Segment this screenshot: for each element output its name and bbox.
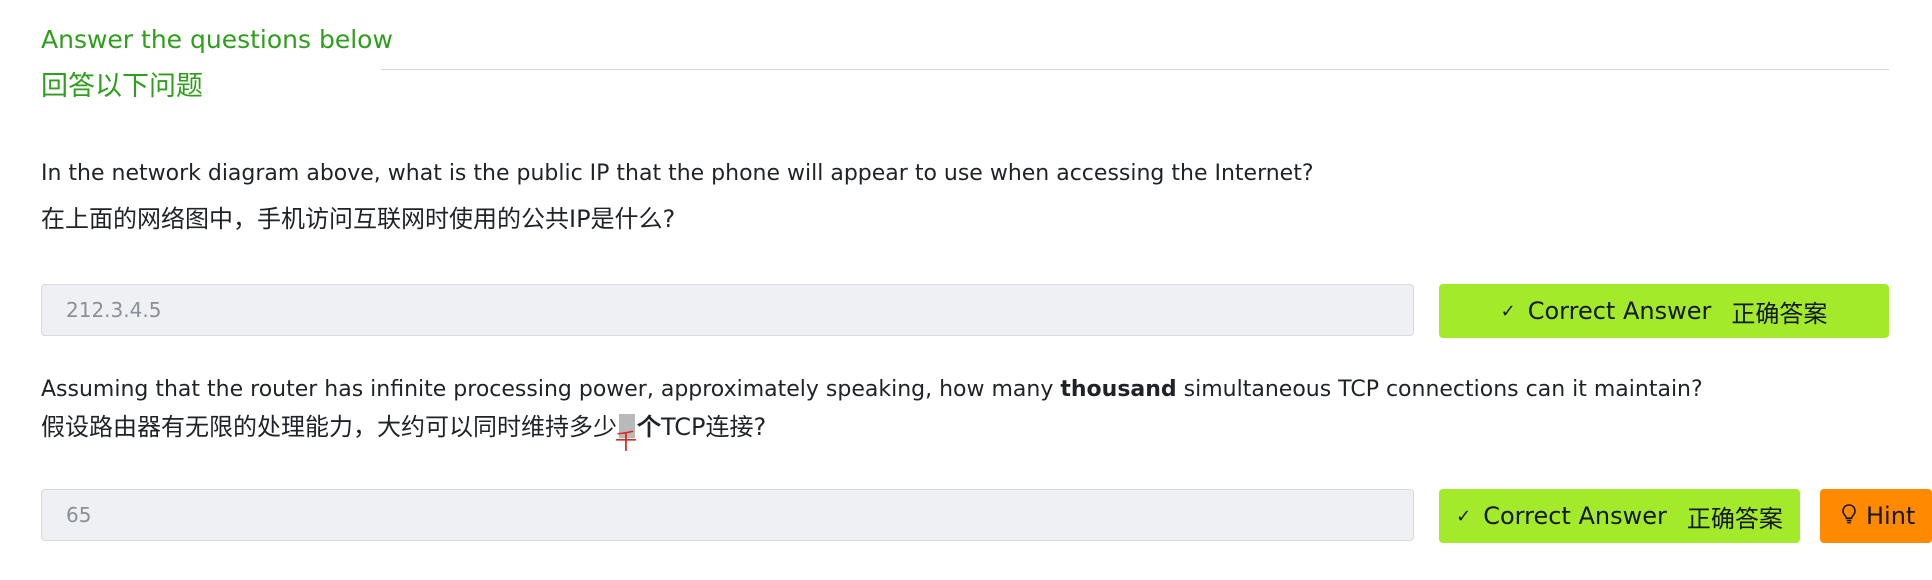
task-questions-panel: Answer the questions below 回答以下问题 In the… [0,0,1932,580]
header-title-zh: 回答以下问题 [41,71,203,102]
correct-answer-label-zh: 正确答案 [1686,504,1783,533]
question-2: Assuming that the router has infinite pr… [41,374,1889,454]
question-2-answer-value: 65 [66,503,92,527]
check-icon: ✓ [1500,300,1516,322]
question-2-answer-row: 65 ✓ Correct Answer 正确答案 Hint [41,489,1932,543]
annotation-text: 千 [615,430,638,455]
question-1-text-zh: 在上面的网络图中，手机访问互联网时使用的公共IP是什么? [41,205,676,233]
header-title-en: Answer the questions below [41,25,393,54]
correct-answer-label-zh: 正确答案 [1731,299,1828,328]
translation-annotation: 千 [615,410,637,454]
question-2-text-zh-part1: 假设路由器有无限的处理能力，大约可以同时维持多少 [41,413,617,441]
question-1-answer-input[interactable]: 212.3.4.5 [41,284,1414,336]
question-2-correct-answer-button[interactable]: ✓ Correct Answer 正确答案 [1439,489,1800,543]
question-2-text-en-part1: Assuming that the router has infinite pr… [41,377,1061,402]
question-1-correct-answer-button[interactable]: ✓ Correct Answer 正确答案 [1439,284,1889,338]
correct-answer-label-en: Correct Answer [1483,502,1667,530]
question-1-text-en: In the network diagram above, what is th… [41,161,1314,186]
hint-label: Hint [1866,502,1916,530]
question-2-hint-button[interactable]: Hint [1820,489,1932,543]
question-2-text-en: Assuming that the router has infinite pr… [41,374,1889,406]
header-divider [381,69,1889,70]
question-2-text-zh-bold: 个 [637,413,661,441]
question-1: In the network diagram above, what is th… [41,158,1889,236]
lightbulb-icon [1842,503,1856,529]
question-2-answer-input[interactable]: 65 [41,489,1414,541]
question-2-text-zh: 假设路由器有无限的处理能力，大约可以同时维持多少千个TCP连接? [41,410,1889,454]
question-1-answer-row: 212.3.4.5 ✓ Correct Answer 正确答案 [41,284,1932,338]
question-2-text-en-bold: thousand [1060,377,1177,402]
check-icon: ✓ [1456,505,1472,527]
question-1-answer-value: 212.3.4.5 [66,298,162,322]
correct-answer-label-en: Correct Answer [1527,297,1712,325]
questions-header: Answer the questions below 回答以下问题 [41,20,1889,120]
question-2-text-en-part2: simultaneous TCP connections can it main… [1176,377,1703,402]
question-2-text-zh-part2: TCP连接? [661,413,767,441]
